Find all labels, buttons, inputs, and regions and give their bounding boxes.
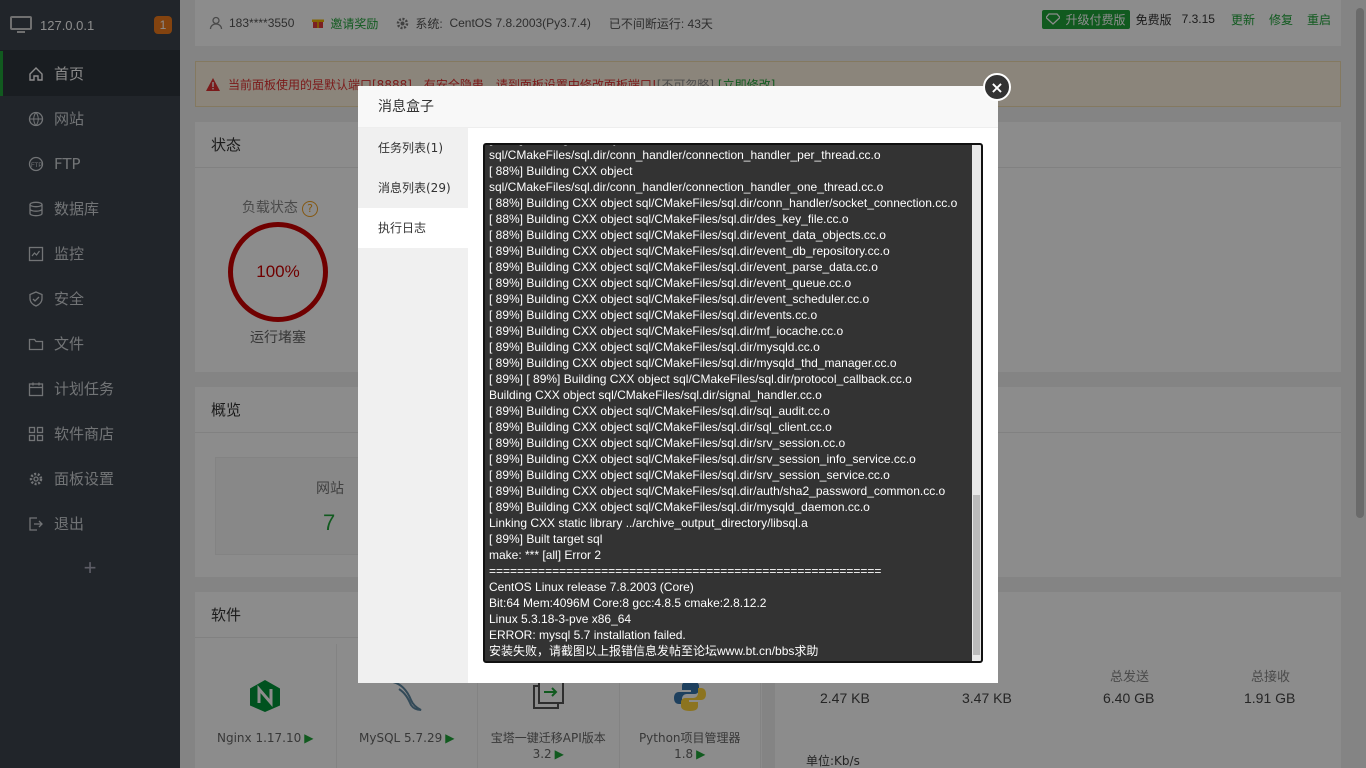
execution-log[interactable]: [ 88%] Building CXX object sql/CMakeFiles… [483,143,983,663]
log-line: [ 89%] [ 89%] Building CXX object sql/CM… [489,372,912,386]
log-line: Linking CXX static library ../archive_ou… [489,516,808,530]
log-line: [ 89%] Building CXX object sql/CMakeFile… [489,340,820,354]
log-line: [ 88%] Building CXX object [489,164,633,178]
dialog-tabs: 任务列表(1) 消息列表(29) 执行日志 [358,128,468,683]
log-line: [ 89%] Building CXX object sql/CMakeFile… [489,420,832,434]
dialog-tab-1[interactable]: 消息列表(29) [358,168,468,208]
log-line: Building CXX object sql/CMakeFiles/sql.d… [489,388,822,402]
log-line: [ 89%] Building CXX object sql/CMakeFile… [489,500,870,514]
log-line: ERROR: mysql 5.7 installation failed. [489,628,686,642]
log-line: [ 89%] Building CXX object sql/CMakeFile… [489,404,830,418]
log-line: [ 89%] Building CXX object sql/CMakeFile… [489,260,878,274]
log-line: ========================================… [489,564,882,578]
log-line: Bit:64 Mem:4096M Core:8 gcc:4.8.5 cmake:… [489,596,767,610]
log-line: [ 89%] Building CXX object sql/CMakeFile… [489,244,890,258]
log-line: [ 89%] Building CXX object sql/CMakeFile… [489,356,897,370]
dialog-tab-0[interactable]: 任务列表(1) [358,128,468,168]
dialog-title: 消息盒子 [358,86,998,128]
log-line: [ 89%] Building CXX object sql/CMakeFile… [489,436,846,450]
log-scroll-thumb[interactable] [973,495,980,655]
log-line: [ 89%] Building CXX object sql/CMakeFile… [489,276,852,290]
log-line: [ 89%] Building CXX object sql/CMakeFile… [489,308,818,322]
log-line: [ 89%] Building CXX object sql/CMakeFile… [489,484,946,498]
log-line: [ 89%] Building CXX object sql/CMakeFile… [489,452,916,466]
dialog-tab-2[interactable]: 执行日志 [358,208,468,248]
log-line: [ 89%] Building CXX object sql/CMakeFile… [489,468,890,482]
log-line: sql/CMakeFiles/sql.dir/conn_handler/conn… [489,180,884,194]
log-line: [ 89%] Building CXX object sql/CMakeFile… [489,324,844,338]
log-line: [ 88%] Building CXX object sql/CMakeFile… [489,212,849,226]
log-line: Linux 5.3.18-3-pve x86_64 [489,612,632,626]
log-content: [ 88%] Building CXX object sql/CMakeFiles… [489,145,971,659]
log-line: [ 89%] Building CXX object sql/CMakeFile… [489,292,870,306]
log-line: sql/CMakeFiles/sql.dir/conn_handler/conn… [489,148,881,162]
log-line: 安装失败，请截图以上报错信息发帖至论坛www.bt.cn/bbs求助 [489,644,819,658]
log-line: CentOS Linux release 7.8.2003 (Core) [489,580,694,594]
log-line: [ 88%] Building CXX object sql/CMakeFile… [489,228,886,242]
log-line: [ 89%] Built target sql [489,532,603,546]
message-box-dialog: 消息盒子 任务列表(1)消息列表(29)执行日志 [ 88%] Building… [358,86,998,683]
close-icon[interactable]: × [983,73,1011,101]
log-scrollbar[interactable] [972,145,981,661]
log-line: [ 88%] Building CXX object sql/CMakeFile… [489,196,958,210]
log-line: make: *** [all] Error 2 [489,548,602,562]
